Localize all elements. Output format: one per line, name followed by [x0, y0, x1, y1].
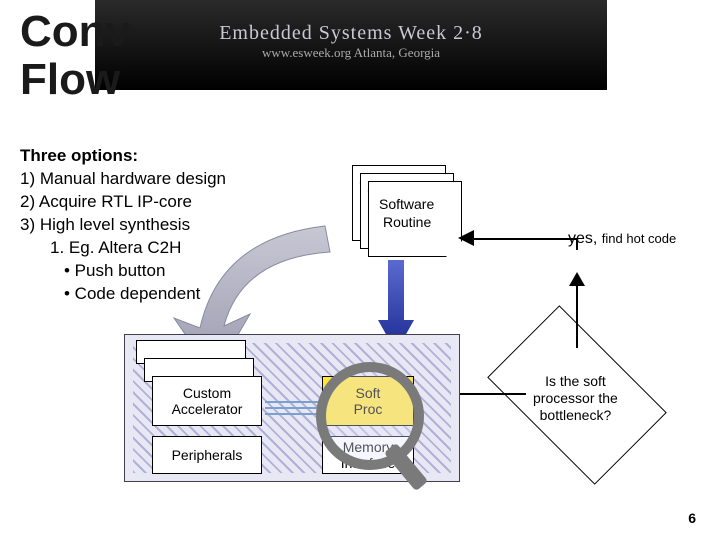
mem-l1: Memory: [343, 439, 394, 455]
options-heading: Three options:: [20, 145, 226, 168]
page-number: 6: [688, 510, 696, 526]
title-line2: Flow: [20, 55, 120, 104]
softproc-l2: Proc: [354, 401, 383, 417]
custom-accel-front: Custom Accelerator: [152, 376, 262, 426]
option-3-sub3: • Code dependent: [20, 283, 226, 306]
option-3-sub2: • Push button: [20, 260, 226, 283]
options-list: Three options: 1) Manual hardware design…: [20, 145, 226, 306]
software-line2: Routine: [383, 214, 431, 230]
header-banner: Embedded Systems Week 2·8 www.esweek.org…: [95, 0, 607, 90]
connector-line: [576, 282, 578, 348]
soft-processor-block: Soft Proc: [322, 376, 414, 426]
option-1: 1) Manual hardware design: [20, 168, 226, 191]
slide-title: Conv Flow: [20, 8, 130, 105]
yes-label: yes, find hot code: [568, 230, 676, 248]
arrowhead-icon: [458, 230, 474, 246]
software-doc-front: Software Routine: [368, 181, 462, 257]
interconnect-line: [265, 407, 321, 409]
diamond-text: Is the soft processor the bottleneck?: [505, 373, 645, 423]
diamond-l3: bottleneck?: [540, 406, 612, 422]
option-3: 3) High level synthesis: [20, 214, 226, 237]
option-3-sub1: 1. Eg. Altera C2H: [20, 237, 226, 260]
softproc-l1: Soft: [356, 385, 381, 401]
interconnect-line: [265, 401, 321, 403]
yes-sub: find hot code: [602, 231, 676, 246]
option-2: 2) Acquire RTL IP-core: [20, 191, 226, 214]
banner-title: Embedded Systems Week 2·8: [95, 22, 607, 45]
memory-interface-block: Memory Interface: [322, 436, 414, 474]
diamond-l1: Is the soft: [545, 373, 606, 389]
software-line1: Software: [379, 196, 434, 212]
connector-line: [576, 238, 578, 250]
connector-line: [466, 238, 578, 240]
peripherals-block: Peripherals: [152, 436, 262, 474]
banner-subtitle: www.esweek.org Atlanta, Georgia: [95, 45, 607, 61]
connector-line: [460, 393, 526, 395]
mem-l2: Interface: [341, 455, 395, 471]
accelerator-label: Accelerator: [172, 401, 243, 417]
custom-label: Custom: [183, 385, 231, 401]
peripherals-label: Peripherals: [172, 447, 243, 463]
interconnect-line: [265, 413, 321, 415]
diamond-l2: processor the: [533, 390, 618, 406]
arrowhead-up-icon: [569, 272, 585, 286]
title-line1: Conv: [20, 7, 130, 56]
